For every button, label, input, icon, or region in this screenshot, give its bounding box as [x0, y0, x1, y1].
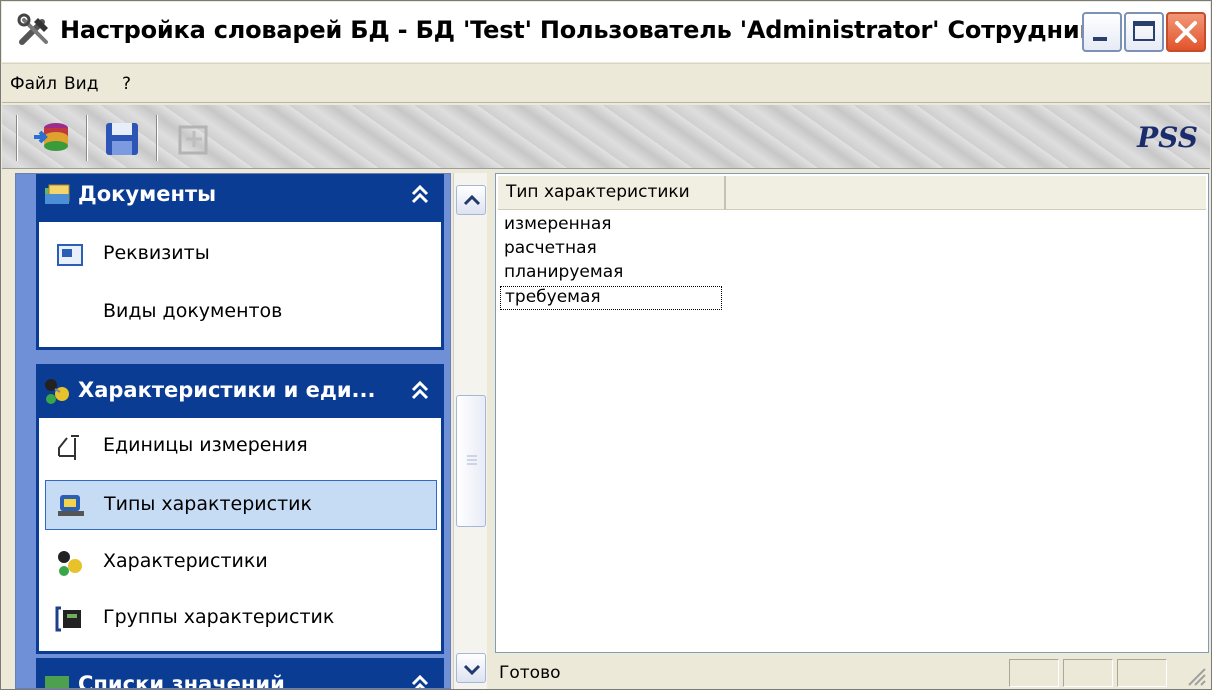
item-label: Единицы измерения	[103, 434, 308, 456]
maximize-button[interactable]	[1124, 12, 1164, 52]
group-header-characteristics[interactable]: Характеристики и еди...	[36, 364, 444, 418]
list-item[interactable]: расчетная	[500, 238, 597, 262]
group-title: Характеристики и еди...	[78, 378, 376, 402]
chevron-up-icon	[463, 194, 481, 206]
characteristic-types-icon	[58, 495, 84, 516]
explorer-panel: Документы Реквизиты Виды документов Хара…	[15, 173, 451, 689]
status-panel	[1063, 659, 1113, 687]
toolbar-separator	[86, 115, 88, 161]
toolbar-separator	[156, 115, 158, 161]
chevron-up-double-icon[interactable]	[408, 378, 432, 402]
minimize-icon	[1093, 37, 1107, 41]
close-button[interactable]	[1166, 12, 1206, 52]
scroll-up-button[interactable]	[456, 185, 486, 215]
group-body-documents: Реквизиты Виды документов	[36, 222, 444, 350]
group-value-lists: Списки значений	[36, 658, 444, 689]
chevron-down-icon	[463, 664, 481, 676]
maximize-icon	[1133, 21, 1155, 41]
documents-icon	[45, 184, 70, 204]
characteristic-groups-icon	[55, 606, 81, 632]
toolbar-separator	[16, 115, 18, 161]
characteristics-icon	[58, 551, 82, 576]
group-header-documents[interactable]: Документы	[36, 174, 444, 222]
menu-view[interactable]: Вид	[64, 74, 98, 94]
minimize-button[interactable]	[1082, 12, 1122, 52]
list-item[interactable]: измеренная	[500, 214, 612, 238]
characteristics-group-icon	[45, 379, 69, 404]
scroll-thumb[interactable]	[456, 395, 486, 527]
explorer-scrollbar[interactable]	[453, 173, 487, 689]
status-panel	[1009, 659, 1059, 687]
item-label: Характеристики	[103, 550, 268, 572]
group-documents: Документы Реквизиты Виды документов	[36, 174, 444, 350]
main-window: Настройка словарей БД - БД 'Test' Пользо…	[0, 0, 1212, 690]
group-header-value-lists[interactable]: Списки значений	[36, 658, 444, 689]
group-characteristics: Характеристики и еди... Единицы измерени…	[36, 364, 444, 654]
value-lists-icon	[45, 676, 69, 688]
menu-bar: Файл Вид ?	[2, 63, 1210, 103]
filter-icon[interactable]	[172, 119, 212, 159]
item-document-types[interactable]: Виды документов	[45, 288, 437, 338]
requisites-icon	[57, 244, 83, 266]
status-panel	[1117, 659, 1167, 687]
item-label: Реквизиты	[103, 242, 210, 264]
menu-file[interactable]: Файл	[10, 74, 57, 94]
item-units[interactable]: Единицы измерения	[45, 422, 437, 472]
status-text: Готово	[499, 663, 561, 683]
pss-logo: PSS	[1137, 121, 1198, 154]
grip-lines-icon	[467, 455, 477, 465]
window-title: Настройка словарей БД - БД 'Test' Пользо…	[60, 16, 1191, 44]
list-view[interactable]: Тип характеристики измеренная расчетная …	[495, 173, 1209, 653]
item-characteristic-groups[interactable]: Группы характеристик	[45, 594, 437, 644]
item-requisites[interactable]: Реквизиты	[45, 230, 437, 280]
scroll-down-button[interactable]	[456, 653, 486, 683]
resize-grip-icon[interactable]	[1183, 663, 1207, 687]
status-bar: Готово	[495, 655, 1209, 689]
tools-icon	[17, 13, 48, 45]
title-bar[interactable]: Настройка словарей БД - БД 'Test' Пользо…	[2, 2, 1210, 62]
group-title: Документы	[78, 182, 217, 206]
item-characteristic-types[interactable]: Типы характеристик	[45, 480, 437, 530]
toolbar: PSS	[2, 105, 1210, 169]
save-icon[interactable]	[102, 119, 142, 159]
chevron-up-double-icon[interactable]	[408, 672, 432, 689]
item-characteristics[interactable]: Характеристики	[45, 538, 437, 588]
menu-help[interactable]: ?	[122, 74, 131, 94]
chevron-up-double-icon[interactable]	[408, 182, 432, 206]
list-item[interactable]: требуемая	[500, 286, 722, 310]
group-body-characteristics: Единицы измерения Типы характеристик Хар…	[36, 418, 444, 654]
database-connect-icon[interactable]	[32, 119, 72, 159]
item-label: Виды документов	[103, 300, 283, 322]
list-item[interactable]: планируемая	[500, 262, 623, 286]
column-header-type[interactable]: Тип характеристики	[498, 176, 726, 210]
item-label: Группы характеристик	[103, 606, 335, 628]
list-header: Тип характеристики	[498, 176, 1206, 210]
close-icon	[1175, 21, 1197, 43]
units-icon	[58, 435, 79, 460]
group-title: Списки значений	[78, 672, 285, 689]
item-label: Типы характеристик	[104, 493, 312, 515]
